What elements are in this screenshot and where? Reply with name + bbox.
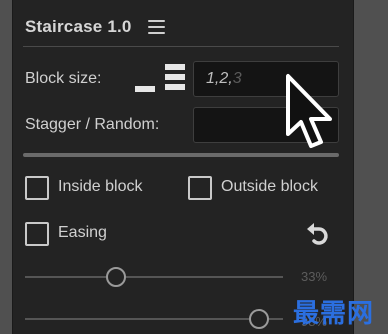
slider-1-percent: 33% <box>301 269 328 284</box>
inside-block-label: Inside block <box>58 178 143 195</box>
panel-title: Staircase 1.0 <box>25 17 132 36</box>
staircase-panel: Staircase 1.0 Block size: 1,2,3 Stagger … <box>12 0 354 334</box>
slider-1-knob[interactable] <box>106 267 126 287</box>
header-divider <box>23 46 339 47</box>
slider-2-track[interactable] <box>25 318 283 320</box>
watermark-logo: 最需网 <box>292 299 374 329</box>
easing-checkbox[interactable] <box>25 222 49 246</box>
panel-header: Staircase 1.0 <box>25 12 165 42</box>
block-size-value-faded: 3 <box>232 70 242 87</box>
hamburger-menu-icon[interactable] <box>147 20 165 34</box>
outside-block-label: Outside block <box>221 178 318 195</box>
mouse-pointer-icon <box>286 74 332 148</box>
block-size-value: 1,2, <box>206 70 233 87</box>
inside-block-checkbox[interactable] <box>25 176 49 200</box>
stagger-random-label: Stagger / Random: <box>25 116 160 133</box>
block-size-label: Block size: <box>25 70 102 87</box>
staircase-icon <box>135 64 185 92</box>
undo-arrow-icon[interactable] <box>304 221 330 247</box>
easing-label: Easing <box>58 224 107 241</box>
slider-1-track[interactable] <box>25 276 283 278</box>
outside-block-checkbox[interactable] <box>188 176 212 200</box>
slider-2-knob[interactable] <box>249 309 269 329</box>
